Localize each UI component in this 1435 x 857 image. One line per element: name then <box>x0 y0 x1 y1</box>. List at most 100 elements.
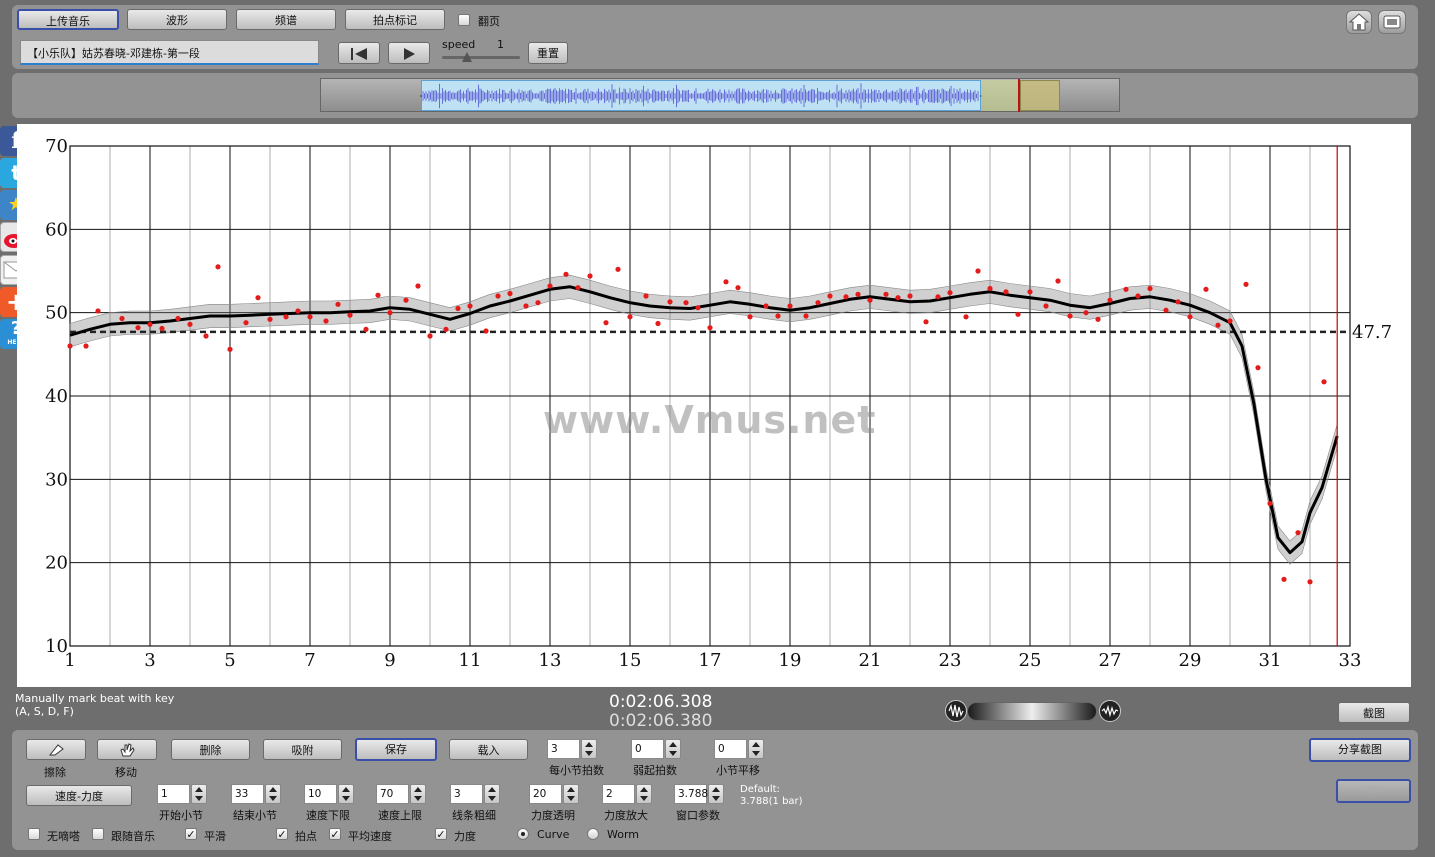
song-title: 【小乐队】姑苏春晓-邓建栋-第一段 <box>27 47 200 60</box>
song-title-field[interactable]: 【小乐队】姑苏春晓-邓建栋-第一段 <box>20 40 319 65</box>
range-2-arrows[interactable] <box>338 784 354 804</box>
range-6-stepper[interactable]: 2 <box>602 784 652 804</box>
checkbox-label-0: 无嘀嗒 <box>47 830 80 843</box>
play-icon <box>404 48 415 60</box>
move-button[interactable] <box>97 739 157 760</box>
range-1-label: 结束小节 <box>233 809 277 822</box>
waveform-window-box[interactable] <box>1020 80 1060 111</box>
setting-2-arrows[interactable] <box>748 739 764 759</box>
fullscreen-button[interactable] <box>1378 10 1406 34</box>
range-5-value[interactable]: 20 <box>529 784 562 804</box>
waveform-trace <box>422 83 979 109</box>
radio-worm[interactable] <box>587 828 599 840</box>
range-7-label: 窗口参数 <box>676 809 720 822</box>
range-1-arrows[interactable] <box>265 784 281 804</box>
range-6-value[interactable]: 2 <box>602 784 635 804</box>
range-6-label: 力度放大 <box>604 809 648 822</box>
checkbox-label-5: 力度 <box>454 830 476 843</box>
range-4-arrows[interactable] <box>484 784 500 804</box>
range-2-value[interactable]: 10 <box>304 784 337 804</box>
radio-curve[interactable] <box>517 828 529 840</box>
checkbox-label-2: 平滑 <box>204 830 226 843</box>
range-0-arrows[interactable] <box>191 784 207 804</box>
range-4-stepper[interactable]: 3 <box>450 784 500 804</box>
tab-spectrum[interactable]: 频谱 <box>236 9 336 30</box>
page-flip-checkbox[interactable] <box>458 14 470 26</box>
range-0-stepper[interactable]: 1 <box>157 784 207 804</box>
key-hint-line1: Manually mark beat with key <box>15 692 175 705</box>
tab-upload-music[interactable]: 上传音乐 <box>17 9 119 30</box>
checkbox-0[interactable] <box>28 828 40 840</box>
range-3-arrows[interactable] <box>410 784 426 804</box>
setting-1-stepper[interactable]: 0 <box>631 739 681 759</box>
range-7-value[interactable]: 3.788 <box>674 784 708 804</box>
speed-force-button[interactable]: 速度-力度 <box>26 785 132 806</box>
page-flip-label: 翻页 <box>478 15 500 28</box>
zoom-track[interactable] <box>967 702 1097 721</box>
move-label: 移动 <box>115 766 137 779</box>
reset-button[interactable]: 重置 <box>528 42 568 64</box>
range-1-stepper[interactable]: 33 <box>231 784 281 804</box>
checkbox-2[interactable]: ✓ <box>185 828 197 841</box>
screenshot-button[interactable]: 截图 <box>1338 702 1410 723</box>
snap-button[interactable]: 吸附 <box>263 739 342 760</box>
zoom-out-icon[interactable] <box>945 700 967 722</box>
range-4-value[interactable]: 3 <box>450 784 483 804</box>
home-button[interactable] <box>1346 10 1372 34</box>
setting-2-label: 小节平移 <box>716 764 760 777</box>
checkbox-label-1: 跟随音乐 <box>111 830 155 843</box>
setting-2-stepper[interactable]: 0 <box>714 739 764 759</box>
save-button[interactable]: 保存 <box>355 738 437 761</box>
speed-slider[interactable] <box>442 52 520 64</box>
play-button[interactable] <box>388 42 430 64</box>
default-text: Default: 3.788(1 bar) <box>740 784 803 808</box>
setting-1-arrows[interactable] <box>665 739 681 759</box>
range-0-value[interactable]: 1 <box>157 784 190 804</box>
checkbox-3[interactable]: ✓ <box>276 828 288 841</box>
setting-0-stepper[interactable]: 3 <box>547 739 597 759</box>
speed-slider-thumb[interactable] <box>462 52 472 62</box>
range-5-arrows[interactable] <box>563 784 579 804</box>
checkbox-label-3: 拍点 <box>295 830 317 843</box>
erase-button[interactable] <box>26 739 86 760</box>
range-7-stepper[interactable]: 3.788 <box>674 784 724 804</box>
checkbox-4[interactable]: ✓ <box>329 828 341 841</box>
tab-waveform[interactable]: 波形 <box>127 9 227 30</box>
range-7-arrows[interactable] <box>708 784 724 804</box>
waveform-playhead[interactable] <box>1018 79 1020 112</box>
waveform-overview[interactable] <box>320 78 1120 112</box>
default-value: 3.788(1 bar) <box>740 796 803 807</box>
speed-value: 1 <box>497 38 504 51</box>
zoom-control[interactable] <box>945 699 1121 724</box>
range-6-arrows[interactable] <box>636 784 652 804</box>
eraser-icon <box>48 744 64 756</box>
prev-button[interactable] <box>338 42 380 64</box>
erase-label: 擦除 <box>44 766 66 779</box>
checkbox-1[interactable] <box>92 828 104 840</box>
range-3-value[interactable]: 70 <box>376 784 409 804</box>
zoom-in-icon[interactable] <box>1099 700 1121 722</box>
setting-0-arrows[interactable] <box>581 739 597 759</box>
ioi-button[interactable]: IOI <box>1336 779 1411 803</box>
delete-button[interactable]: 删除 <box>171 739 250 760</box>
speed-slider-track <box>442 56 520 59</box>
wave-small-icon <box>948 703 964 718</box>
radio-label-curve: Curve <box>537 828 570 841</box>
checkbox-5[interactable]: ✓ <box>435 828 447 841</box>
range-2-label: 速度下限 <box>306 809 350 822</box>
range-5-stepper[interactable]: 20 <box>529 784 579 804</box>
setting-1-value[interactable]: 0 <box>631 739 664 759</box>
tab-beat-marking[interactable]: 拍点标记 <box>345 9 445 30</box>
setting-2-value[interactable]: 0 <box>714 739 747 759</box>
share-screenshot-button[interactable]: 分享截图 <box>1309 738 1411 762</box>
range-2-stepper[interactable]: 10 <box>304 784 354 804</box>
load-button[interactable]: 载入 <box>449 739 528 760</box>
default-label: Default: <box>740 784 780 795</box>
waveform-future-region <box>981 80 1020 111</box>
skip-back-icon <box>351 48 367 60</box>
range-3-stepper[interactable]: 70 <box>376 784 426 804</box>
range-1-value[interactable]: 33 <box>231 784 264 804</box>
setting-0-value[interactable]: 3 <box>547 739 580 759</box>
home-icon <box>1348 13 1370 31</box>
wave-large-icon <box>1101 704 1119 718</box>
